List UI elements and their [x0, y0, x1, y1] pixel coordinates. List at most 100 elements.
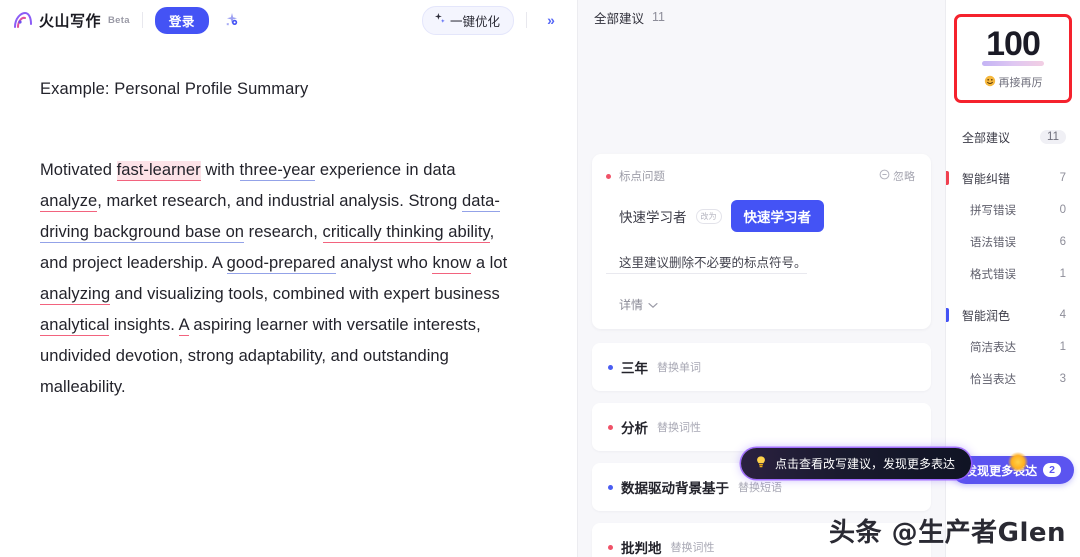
score-value: 100 — [982, 25, 1044, 66]
category-label: 智能纠错 — [962, 171, 1011, 186]
score-card-wrap: 100 再接再厉 — [946, 0, 1080, 103]
text-run: experience in data — [315, 161, 456, 179]
category-count: 3 — [1059, 373, 1066, 385]
category-item-smart-correction[interactable]: 智能纠错 7 — [946, 162, 1080, 194]
suggestion-details-toggle[interactable]: 详情 — [606, 296, 915, 313]
flagged-text-run[interactable]: good-prepared — [226, 254, 336, 274]
score-subtitle-label: 再接再厉 — [998, 77, 1043, 89]
lightbulb-icon — [754, 455, 768, 472]
suggestion-tag: 标点问题 — [619, 171, 665, 183]
text-run: analyst who — [335, 254, 433, 272]
apply-replacement-button[interactable]: 快速学习者 — [730, 200, 824, 232]
text-run: Motivated — [40, 161, 117, 179]
category-count: 6 — [1059, 236, 1066, 248]
flagged-text-run[interactable]: critically thinking ability — [322, 223, 490, 243]
login-button[interactable]: 登录 — [154, 6, 209, 34]
suggestion-row-text: 数据驱动背景基于 — [621, 481, 729, 496]
category-item-appropriate[interactable]: 恰当表达 3 — [946, 363, 1080, 395]
one-click-optimize-button[interactable]: 一键优化 — [421, 5, 514, 35]
category-label: 全部建议 — [962, 130, 1011, 145]
volcano-logo-icon — [12, 10, 34, 30]
suggestion-row-action: 替换短语 — [738, 482, 782, 494]
flagged-text-run[interactable]: three-year — [239, 161, 316, 181]
text-run: insights. — [109, 316, 179, 334]
arrow-icon: 改为 — [695, 208, 722, 224]
discover-label: 发现更多表达 — [965, 463, 1038, 478]
flagged-text-run[interactable]: fast-learner — [116, 161, 201, 181]
category-label: 语法错误 — [970, 237, 1016, 249]
text-run: , market research, and industrial analys… — [97, 192, 463, 210]
suggestion-row-text: 三年 — [621, 361, 648, 376]
suggestion-row-action: 替换单词 — [657, 362, 701, 374]
score-subtitle: 再接再厉 — [963, 74, 1063, 90]
category-label: 智能润色 — [962, 308, 1011, 323]
category-label: 拼写错误 — [970, 205, 1016, 217]
rewrite-hint-tooltip: 点击查看改写建议，发现更多表达 — [741, 448, 972, 479]
category-label: 简洁表达 — [970, 342, 1016, 354]
ignore-button[interactable]: 忽略 — [879, 168, 915, 184]
suggestions-list: 标点问题 忽略 快速学习者 改为 快速学习者 这里建议删除不必要的标点符号。 详… — [578, 154, 945, 557]
category-item-concise[interactable]: 简洁表达 1 — [946, 331, 1080, 363]
collapse-panel-button[interactable]: » — [539, 8, 563, 32]
suggestion-type-dot — [608, 424, 613, 430]
sparkle-icon — [433, 12, 446, 28]
suggestions-header-count: 11 — [652, 10, 665, 24]
document-body[interactable]: Example: Personal Profile Summary Motiva… — [0, 40, 577, 403]
text-run: and visualizing tools, combined with exp… — [110, 285, 500, 303]
original-text: 快速学习者 — [619, 210, 687, 225]
editor-pane: 火山写作 Beta 登录 一键优化 » Example: Personal Pr… — [0, 0, 578, 557]
category-accent-bar — [946, 171, 949, 185]
category-count: 4 — [1059, 309, 1066, 321]
suggestion-row[interactable]: 分析 替换词性 — [592, 403, 931, 451]
category-item-spelling[interactable]: 拼写错误 0 — [946, 194, 1080, 226]
flagged-text-run[interactable]: analytical — [40, 316, 110, 336]
beta-tag: Beta — [108, 14, 130, 26]
chevron-down-icon — [648, 298, 658, 312]
suggestions-header: 全部建议 11 — [578, 0, 945, 34]
document-title: Example: Personal Profile Summary — [40, 80, 309, 98]
ignore-label: 忽略 — [893, 171, 915, 183]
suggestions-header-title: 全部建议 — [594, 11, 645, 26]
category-item-smart-polish[interactable]: 智能润色 4 — [946, 299, 1080, 331]
category-item-all[interactable]: 全部建议 11 — [946, 121, 1080, 153]
category-count: 1 — [1059, 341, 1066, 353]
brand-name: 火山写作 — [39, 12, 102, 30]
toolbar-divider — [141, 12, 143, 28]
category-item-format[interactable]: 格式错误 1 — [946, 258, 1080, 290]
document-paragraph[interactable]: Motivated fast-learner with three-year e… — [40, 155, 520, 403]
details-label: 详情 — [619, 298, 644, 312]
category-separator — [946, 153, 1080, 162]
watermark: 头条 @生产者Glen — [829, 518, 1066, 548]
smiley-icon — [984, 75, 996, 90]
category-separator-2 — [946, 290, 1080, 299]
flagged-text-run[interactable]: A — [178, 316, 189, 336]
app-root: 火山写作 Beta 登录 一键优化 » Example: Personal Pr… — [0, 0, 1080, 557]
optimize-label: 一键优化 — [449, 14, 500, 29]
magic-wand-icon[interactable] — [219, 8, 245, 32]
suggestion-row-action: 替换词性 — [670, 542, 715, 554]
category-item-grammar[interactable]: 语法错误 6 — [946, 226, 1080, 258]
text-run: with — [200, 161, 240, 179]
suggestion-type-dot — [608, 544, 613, 550]
suggestion-explanation: 这里建议删除不必要的标点符号。 — [606, 252, 807, 274]
minus-circle-icon — [879, 169, 890, 183]
text-run: research, — [244, 223, 323, 241]
flagged-text-run[interactable]: analyze — [40, 192, 98, 212]
category-list: 全部建议 11 智能纠错 7 拼写错误 0 语法错误 6 格式错误 1 智能润色… — [946, 103, 1080, 395]
suggestion-card-expanded[interactable]: 标点问题 忽略 快速学习者 改为 快速学习者 这里建议删除不必要的标点符号。 详… — [592, 154, 931, 329]
category-label: 格式错误 — [970, 269, 1016, 281]
suggestion-row-text: 批判地 — [621, 541, 662, 556]
category-label: 恰当表达 — [970, 374, 1016, 386]
suggestion-type-dot — [606, 173, 611, 179]
category-count: 0 — [1059, 204, 1066, 216]
flagged-text-run[interactable]: know — [432, 254, 472, 274]
suggestion-type-dot — [608, 364, 613, 370]
text-run: a lot — [471, 254, 508, 272]
score-card-highlighted[interactable]: 100 再接再厉 — [954, 14, 1072, 103]
suggestion-row[interactable]: 三年 替换单词 — [592, 343, 931, 391]
category-count: 1 — [1059, 268, 1066, 280]
suggestion-row-action: 替换词性 — [657, 422, 701, 434]
suggestion-card-header: 标点问题 忽略 — [606, 168, 915, 184]
flagged-text-run[interactable]: analyzing — [40, 285, 111, 305]
category-count: 11 — [1040, 130, 1066, 144]
